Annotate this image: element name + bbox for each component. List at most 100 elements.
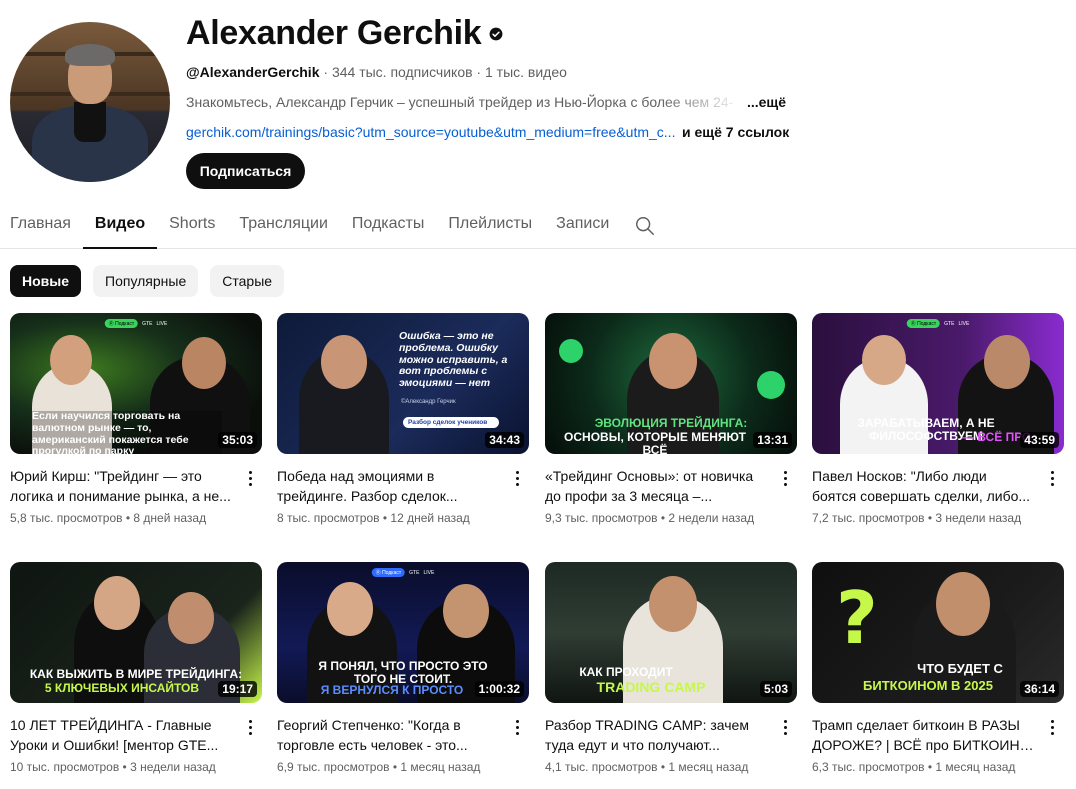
video-title[interactable]: 10 ЛЕТ ТРЕЙДИНГА - Главные Уроки и Ошибк… [10,715,232,755]
podcast-badge: Ⓡ Подкаст GTE LIVE [371,568,434,577]
thumbnail-caption: КАК ПРОХОДИТ [579,665,673,679]
thumbnail-caption-accent: Я ВЕРНУЛСЯ К ПРОСТО [320,683,464,697]
thumbnail-caption-accent: ЭВОЛЮЦИЯ ТРЕЙДИНГА: [594,416,748,430]
video-card[interactable]: Ошибка — это не проблема. Ошибку можно и… [277,313,529,525]
channel-name: Alexander Gerchik [186,14,482,52]
search-icon[interactable] [625,206,665,246]
video-card[interactable]: Ⓡ Подкаст GTE LIVE ЗАРАБАТЫВАЕМ, А НЕ ФИЛО… [812,313,1064,525]
chip-oldest[interactable]: Старые [210,265,285,297]
video-thumbnail[interactable]: ЭВОЛЮЦИЯ ТРЕЙДИНГА: ОСНОВЫ, КОТОРЫЕ МЕНЯ… [545,313,797,454]
more-vert-icon[interactable] [1040,715,1064,739]
video-title[interactable]: «Трейдинг Основы»: от новичка до профи з… [545,466,767,506]
video-thumbnail[interactable]: Ошибка — это не проблема. Ошибку можно и… [277,313,529,454]
thumbnail-caption-accent: БИТКОИНОМ В 2025 [863,678,993,693]
subscribe-button[interactable]: Подписаться [186,153,305,189]
video-title[interactable]: Юрий Кирш: "Трейдинг — это логика и пони… [10,466,232,506]
video-card[interactable]: Ⓡ Подкаст GTE LIVE Я ПОНЯЛ, ЧТО ПРОСТО ЭТО… [277,562,529,774]
video-card[interactable]: ? ЧТО БУДЕТ С БИТКОИНОМ В 2025 36:14 Тра… [812,562,1064,774]
video-views: 8 тыс. просмотров [277,511,380,525]
video-duration: 36:14 [1020,681,1059,697]
thumbnail-caption: Если научился торговать на валютном рынк… [32,410,222,454]
video-age: 12 дней назад [390,511,470,525]
video-views: 9,3 тыс. просмотров [545,511,658,525]
chip-popular[interactable]: Популярные [93,265,199,297]
video-thumbnail[interactable]: КАК ПРОХОДИТ TRADING CAMP 5:03 [545,562,797,703]
video-duration: 34:43 [485,432,524,448]
video-meta: 5,8 тыс. просмотров • 8 дней назад [10,511,207,525]
description-more-link[interactable]: ...ещё [747,94,786,110]
channel-handle: @AlexanderGerchik [186,64,320,80]
video-views: 6,9 тыс. просмотров [277,760,390,774]
more-vert-icon[interactable] [238,466,262,490]
video-thumbnail[interactable]: Ⓡ Подкаст GTE LIVE Если научился торговать… [10,313,262,454]
video-duration: 35:03 [218,432,257,448]
sort-chips: Новые Популярные Старые [10,265,285,297]
video-thumbnail[interactable]: ? ЧТО БУДЕТ С БИТКОИНОМ В 2025 36:14 [812,562,1064,703]
video-age: 1 месяц назад [400,760,481,774]
thumbnail-caption: КАК ВЫЖИТЬ В МИРЕ ТРЕЙДИНГА: [29,667,243,681]
channel-avatar[interactable] [10,22,170,182]
thumbnail-caption-accent: 5 КЛЮЧЕВЫХ ИНСАЙТОВ [44,681,200,695]
channel-title: Alexander Gerchik [186,14,503,53]
more-vert-icon[interactable] [773,715,797,739]
tab-live[interactable]: Трансляции [227,202,340,249]
tab-posts[interactable]: Записи [544,202,621,249]
video-views: 7,2 тыс. просмотров [812,511,925,525]
video-title[interactable]: Павел Носков: "Либо люди боятся совершат… [812,466,1034,506]
thumbnail-subcaption: ©Александр Герчик [401,399,456,405]
podcast-badge: Ⓡ Подкаст GTE LIVE [104,319,167,328]
thumbnail-caption: ЧТО БУДЕТ С [917,661,1003,676]
video-thumbnail[interactable]: Ⓡ Подкаст GTE LIVE ЗАРАБАТЫВАЕМ, А НЕ ФИЛО… [812,313,1064,454]
video-meta: 7,2 тыс. просмотров • 3 недели назад [812,511,1022,525]
video-meta: 9,3 тыс. просмотров • 2 недели назад [545,511,755,525]
channel-description[interactable]: Знакомьтесь, Александр Герчик – успешный… [186,94,786,110]
thumbnail-tag: Разбор сделок учеников [403,417,499,429]
video-title[interactable]: Трамп сделает биткоин В РАЗЫ ДОРОЖЕ? | В… [812,715,1034,755]
video-card[interactable]: КАК ВЫЖИТЬ В МИРЕ ТРЕЙДИНГА: 5 КЛЮЧЕВЫХ … [10,562,262,774]
video-duration: 13:31 [753,432,792,448]
more-vert-icon[interactable] [505,466,529,490]
tab-shorts[interactable]: Shorts [157,202,227,249]
video-meta: 6,9 тыс. просмотров • 1 месяц назад [277,760,481,774]
video-age: 2 недели назад [668,511,755,525]
verified-check-icon [489,27,503,40]
chip-newest[interactable]: Новые [10,265,82,297]
more-links-button[interactable]: и ещё 7 ссылок [682,124,789,140]
tab-videos[interactable]: Видео [82,202,158,249]
video-views: 5,8 тыс. просмотров [10,511,123,525]
more-vert-icon[interactable] [1040,466,1064,490]
video-thumbnail[interactable]: Ⓡ Подкаст GTE LIVE Я ПОНЯЛ, ЧТО ПРОСТО ЭТО… [277,562,529,703]
tab-playlists[interactable]: Плейлисты [436,202,544,249]
video-meta: 4,1 тыс. просмотров • 1 месяц назад [545,760,749,774]
channel-link[interactable]: gerchik.com/trainings/basic?utm_source=y… [186,124,678,140]
tab-podcasts[interactable]: Подкасты [340,202,436,249]
thumbnail-caption-accent: TRADING CAMP [596,679,706,695]
video-age: 1 месяц назад [935,760,1016,774]
video-title[interactable]: Победа над эмоциями в трейдинге. Разбор … [277,466,499,506]
more-vert-icon[interactable] [238,715,262,739]
video-duration: 43:59 [1020,432,1059,448]
channel-tabs: Главная Видео Shorts Трансляции Подкасты… [0,202,1076,249]
video-views: 4,1 тыс. просмотров [545,760,658,774]
video-card[interactable]: ЭВОЛЮЦИЯ ТРЕЙДИНГА: ОСНОВЫ, КОТОРЫЕ МЕНЯ… [545,313,797,525]
video-title[interactable]: Разбор TRADING CAMP: зачем туда едут и ч… [545,715,767,755]
video-duration: 1:00:32 [474,681,524,697]
video-age: 8 дней назад [133,511,207,525]
video-duration: 5:03 [759,681,792,697]
video-age: 1 месяц назад [668,760,749,774]
video-duration: 19:17 [218,681,257,697]
question-mark-graphic: ? [836,576,878,660]
video-thumbnail[interactable]: КАК ВЫЖИТЬ В МИРЕ ТРЕЙДИНГА: 5 КЛЮЧЕВЫХ … [10,562,262,703]
more-vert-icon[interactable] [773,466,797,490]
video-views: 10 тыс. просмотров [10,760,120,774]
video-age: 3 недели назад [935,511,1022,525]
channel-meta: @AlexanderGerchik · 344 тыс. подписчиков… [186,64,567,80]
video-card[interactable]: Ⓡ Подкаст GTE LIVE Если научился торговать… [10,313,262,525]
video-meta: 8 тыс. просмотров • 12 дней назад [277,511,470,525]
podcast-badge: Ⓡ Подкаст GTE LIVE [906,319,969,328]
video-title[interactable]: Георгий Степченко: "Когда в торговле ест… [277,715,499,755]
tab-home[interactable]: Главная [0,202,83,249]
more-vert-icon[interactable] [505,715,529,739]
video-meta: 6,3 тыс. просмотров • 1 месяц назад [812,760,1016,774]
video-card[interactable]: КАК ПРОХОДИТ TRADING CAMP 5:03 Разбор TR… [545,562,797,774]
